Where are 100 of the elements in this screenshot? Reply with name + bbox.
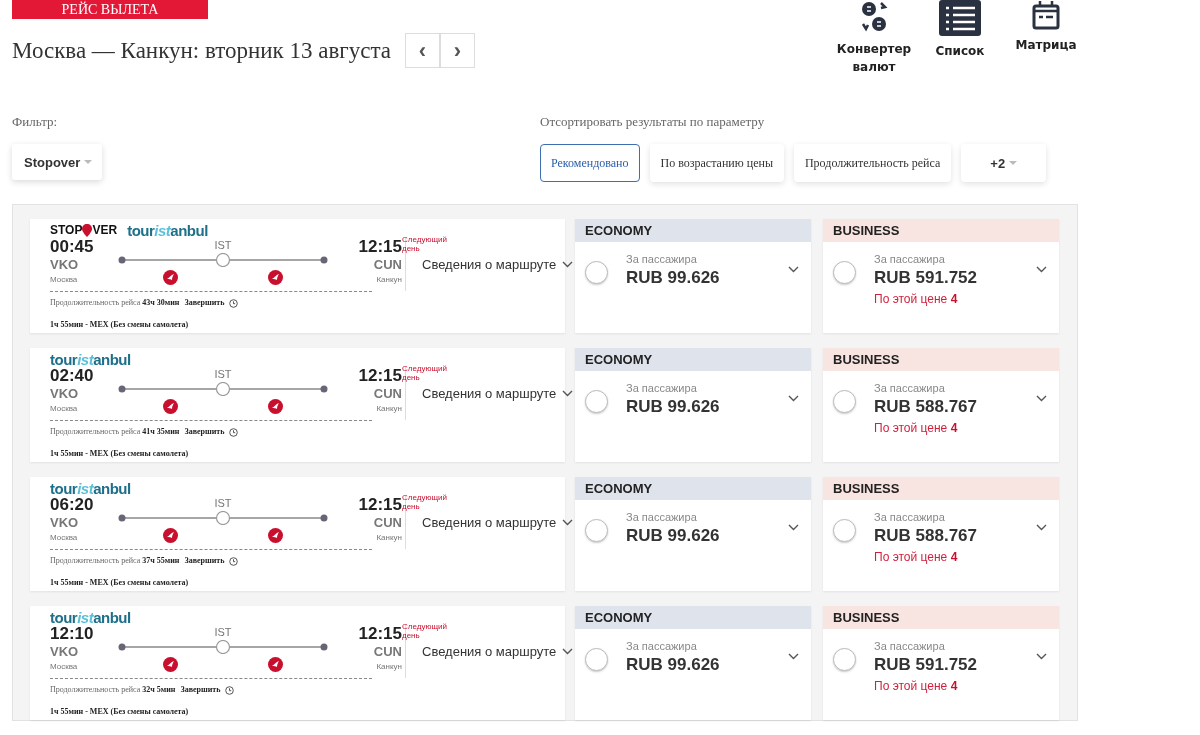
fare-price: RUB 99.626: [626, 396, 721, 418]
calendar-icon: [1032, 0, 1060, 30]
departure-time: 12:10: [50, 624, 94, 644]
fare-radio[interactable]: [833, 519, 856, 542]
airport-code: VKO: [50, 386, 79, 402]
stopover-logo-text: STOP: [50, 223, 83, 237]
airport-code: VKO: [50, 515, 79, 531]
stop-label: Завершить: [184, 555, 225, 567]
clock-icon: [229, 298, 239, 308]
departure-time: 06:20: [50, 495, 94, 515]
city-name: Москва: [50, 403, 78, 415]
fare-class-header: BUSINESS: [823, 219, 1059, 242]
departure-time: 02:40: [50, 366, 94, 386]
fare-price: RUB 588.767: [874, 525, 978, 547]
fare-class-header: ECONOMY: [575, 606, 811, 629]
airline-logo-icon: [268, 657, 283, 672]
clock-icon: [229, 556, 239, 566]
more-sort-button[interactable]: +2: [961, 144, 1047, 182]
city-name: Москва: [50, 661, 78, 673]
fare-class-header: BUSINESS: [823, 348, 1059, 371]
transfer-airport-code: IST: [214, 496, 232, 511]
fare-radio[interactable]: [833, 390, 856, 413]
fare-caption: За пассажира: [626, 381, 698, 395]
next-day-note: Следующий день: [402, 493, 448, 511]
expand-chevron-icon: [788, 524, 799, 531]
seats-left-note: По этой цене 4: [874, 678, 959, 695]
airport-code: VKO: [50, 644, 79, 660]
flight-duration: Продолжительность рейса 41ч 35мин: [50, 426, 180, 438]
chevron-down-icon: [562, 518, 574, 526]
airport-code: CUN: [373, 257, 402, 273]
expand-chevron-icon: [1036, 395, 1047, 402]
list-icon: [939, 0, 981, 36]
fare-class-header: ECONOMY: [575, 348, 811, 371]
stop-info: 1ч 55мин - MEX (Без смены самолета): [50, 448, 189, 460]
fare-radio[interactable]: [585, 261, 608, 284]
fare-price: RUB 99.626: [626, 525, 721, 547]
fare-radio[interactable]: [833, 648, 856, 671]
sort-option[interactable]: По возрастанию цены: [649, 144, 784, 182]
airport-code: CUN: [373, 386, 402, 402]
fare-caption: За пассажира: [874, 381, 946, 395]
section-banner: РЕЙС ВЫЛЕТА: [12, 0, 208, 19]
flight-duration: Продолжительность рейса 43ч 30мин: [50, 297, 180, 309]
seats-left-note: По этой цене 4: [874, 291, 959, 308]
view-label[interactable]: Матрица: [1015, 36, 1077, 54]
stopover-filter-button[interactable]: Stopover: [12, 144, 102, 180]
airport-code: CUN: [373, 515, 402, 531]
arrival-time: 12:15: [358, 495, 402, 515]
stop-label: Завершить: [184, 297, 225, 309]
city-name: Канкун: [376, 403, 402, 415]
route-heading: Москва — Канкун: вторник 13 августа: [12, 37, 392, 64]
sort-option[interactable]: Рекомендовано: [540, 144, 640, 182]
city-name: Канкун: [376, 661, 402, 673]
fare-caption: За пассажира: [874, 252, 946, 266]
arrival-time: 12:15: [358, 366, 402, 386]
fare-radio[interactable]: [585, 519, 608, 542]
flight-duration: Продолжительность рейса 37ч 55мин: [50, 555, 180, 567]
fare-radio[interactable]: [833, 261, 856, 284]
previous-day-button[interactable]: ‹: [405, 33, 441, 68]
view-label[interactable]: Конвертер валют: [836, 40, 912, 76]
sort-option[interactable]: Продолжительность рейса: [793, 144, 952, 182]
airport-code: CUN: [373, 644, 402, 660]
touristanbul-logo: touristanbul: [50, 608, 131, 626]
fare-radio[interactable]: [585, 390, 608, 413]
sort-label: Отсортировать результаты по параметру: [540, 114, 766, 130]
city-name: Канкун: [376, 274, 402, 286]
fare-caption: За пассажира: [626, 252, 698, 266]
city-name: Канкун: [376, 532, 402, 544]
airline-logo-icon: [163, 270, 178, 285]
expand-chevron-icon: [788, 653, 799, 660]
view-label[interactable]: Список: [935, 42, 985, 60]
fare-price: RUB 99.626: [626, 267, 721, 289]
fare-price: RUB 588.767: [874, 396, 978, 418]
airline-logo-icon: [268, 399, 283, 414]
clock-icon: [229, 427, 239, 437]
next-day-note: Следующий день: [402, 622, 448, 640]
fare-class-header: ECONOMY: [575, 477, 811, 500]
pin-icon: [82, 223, 93, 237]
next-day-button[interactable]: ›: [440, 33, 476, 68]
airport-code: VKO: [50, 257, 79, 273]
expand-chevron-icon: [788, 395, 799, 402]
touristanbul-logo: touristanbul: [127, 221, 208, 239]
transfer-airport-code: IST: [214, 367, 232, 382]
fare-radio[interactable]: [585, 648, 608, 671]
chevron-down-icon: [562, 260, 574, 268]
stop-label: Завершить: [180, 684, 221, 696]
expand-chevron-icon: [788, 266, 799, 273]
fare-class-header: BUSINESS: [823, 477, 1059, 500]
chevron-down-icon: [562, 647, 574, 655]
fare-class-header: ECONOMY: [575, 219, 811, 242]
filter-label: Фильтр:: [12, 114, 59, 130]
arrival-time: 12:15: [358, 624, 402, 644]
airline-logo-icon: [268, 528, 283, 543]
fare-caption: За пассажира: [626, 639, 698, 653]
stop-info: 1ч 55мин - MEX (Без смены самолета): [50, 319, 189, 331]
fare-caption: За пассажира: [874, 510, 946, 524]
airline-logo-icon: [163, 657, 178, 672]
stop-info: 1ч 55мин - MEX (Без смены самолета): [50, 706, 189, 718]
fare-caption: За пассажира: [626, 510, 698, 524]
fare-price: RUB 591.752: [874, 267, 978, 289]
city-name: Москва: [50, 274, 78, 286]
